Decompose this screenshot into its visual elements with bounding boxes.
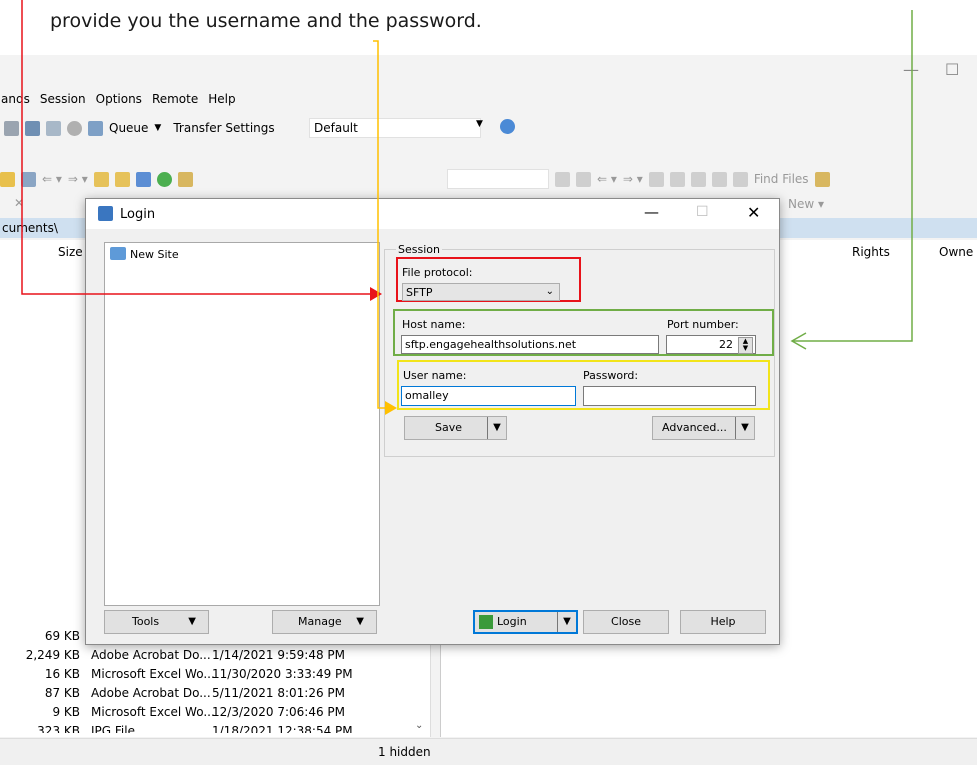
annotation-arrows <box>21 0 913 415</box>
red-arrow <box>21 0 370 295</box>
red-arrowhead <box>370 287 382 301</box>
orange-arrow <box>373 40 388 409</box>
green-arrow <box>792 10 913 342</box>
orange-arrowhead <box>385 401 397 415</box>
